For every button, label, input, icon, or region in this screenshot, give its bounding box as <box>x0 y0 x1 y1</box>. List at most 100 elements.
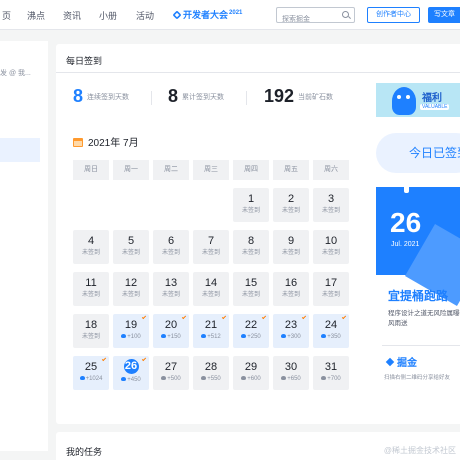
calendar-day[interactable]: 3 未签到 <box>313 188 349 222</box>
calendar-day[interactable]: 8 未签到 <box>233 230 269 264</box>
day-status-text: 未签到 <box>321 250 340 256</box>
calendar-day[interactable]: 23 +300 <box>273 314 309 348</box>
weekday-label: 周日 <box>73 160 109 180</box>
calendar-day[interactable]: 12 未签到 <box>113 272 149 306</box>
ore-icon <box>161 334 167 338</box>
day-status-text: +500 <box>167 376 181 382</box>
calendar-day[interactable]: 25 +1024 <box>73 356 109 390</box>
day-number: 19 <box>124 319 138 331</box>
conference-logo-icon <box>172 10 182 20</box>
day-number: 31 <box>324 361 338 373</box>
stat-label: 累计签到天数 <box>182 93 225 101</box>
day-status: 未签到 <box>153 291 189 299</box>
day-number: 24 <box>324 319 338 331</box>
stat-label: 当前矿石数 <box>298 93 334 101</box>
day-number: 22 <box>244 319 258 331</box>
check-icon <box>141 356 147 362</box>
day-number: 18 <box>84 319 98 331</box>
calendar-day[interactable]: 10 未签到 <box>313 230 349 264</box>
calendar-day[interactable]: 6 未签到 <box>153 230 189 264</box>
search-box <box>276 7 355 27</box>
day-number: 17 <box>324 277 338 289</box>
calendar-day[interactable]: 9 未签到 <box>273 230 309 264</box>
calendar-day[interactable]: 28 +550 <box>193 356 229 390</box>
developer-conference-link[interactable]: 开发者大会2021 <box>172 8 242 21</box>
signed-in-button[interactable]: 今日已签到 <box>376 133 460 173</box>
calendar-day[interactable]: 18 未签到 <box>73 314 109 348</box>
ore-icon <box>121 377 127 381</box>
day-status-text: 未签到 <box>161 250 180 256</box>
weekday-label: 周二 <box>153 160 189 180</box>
calendar-day[interactable]: 22 +250 <box>233 314 269 348</box>
ore-icon <box>321 334 327 338</box>
notification-snippet[interactable]: 发 @ 我... <box>0 68 31 78</box>
calendar-day[interactable]: 27 +500 <box>153 356 189 390</box>
calendar-day[interactable]: 15 未签到 <box>233 272 269 306</box>
day-status-text: +300 <box>287 334 301 340</box>
day-status-text: 未签到 <box>281 250 300 256</box>
day-status-text: +150 <box>167 334 181 340</box>
day-number: 26 <box>123 359 139 374</box>
day-status: 未签到 <box>313 207 349 215</box>
calendar-day[interactable]: 5 未签到 <box>113 230 149 264</box>
calendar-day[interactable]: 17 未签到 <box>313 272 349 306</box>
calendar-day[interactable]: 7 未签到 <box>193 230 229 264</box>
day-status-text: 未签到 <box>321 208 340 214</box>
sidebar-active-item[interactable] <box>0 138 40 162</box>
day-status-text: 未签到 <box>241 292 260 298</box>
stat-total-days: 8 累计签到天数 <box>168 86 224 107</box>
day-number: 7 <box>207 235 215 247</box>
search-icon[interactable] <box>342 11 349 18</box>
calendar-day[interactable]: 31 +700 <box>313 356 349 390</box>
day-status: 未签到 <box>193 249 229 257</box>
calendar-day[interactable]: 13 未签到 <box>153 272 189 306</box>
day-number: 8 <box>247 235 255 247</box>
day-status: +100 <box>113 333 149 341</box>
calendar-day[interactable]: 1 未签到 <box>233 188 269 222</box>
nav-item-pins[interactable]: 沸点 <box>27 9 45 22</box>
nav-item-home[interactable]: 页 <box>2 9 11 22</box>
day-status-text: 未签到 <box>321 292 340 298</box>
day-status: +650 <box>273 375 309 383</box>
poster-fortune-tag: 宜提桶跑路 <box>388 289 449 303</box>
day-status: 未签到 <box>233 291 269 299</box>
day-number: 6 <box>167 235 175 247</box>
day-status-text: +350 <box>327 334 341 340</box>
day-status-text: +600 <box>247 376 261 382</box>
calendar-day[interactable]: 14 未签到 <box>193 272 229 306</box>
write-article-button[interactable]: 写文章 <box>428 7 460 23</box>
calendar-day[interactable]: 11 未签到 <box>73 272 109 306</box>
welfare-banner[interactable]: 福利 VALUABLE <box>376 83 460 117</box>
day-number: 5 <box>127 235 135 247</box>
ore-icon <box>79 376 85 380</box>
day-status: 未签到 <box>73 291 109 299</box>
nav-item-events[interactable]: 活动 <box>136 9 154 22</box>
calendar-day[interactable]: 19 +100 <box>113 314 149 348</box>
day-number: 14 <box>204 277 218 289</box>
calendar-day[interactable]: 4 未签到 <box>73 230 109 264</box>
weekday-label: 周一 <box>113 160 149 180</box>
day-status-text: 未签到 <box>201 292 220 298</box>
card-title: 每日签到 <box>66 56 103 66</box>
ore-icon <box>241 376 247 380</box>
nav-item-news[interactable]: 资讯 <box>63 9 81 22</box>
calendar-day[interactable]: 24 +350 <box>313 314 349 348</box>
day-status: +1024 <box>73 375 109 383</box>
calendar-day[interactable]: 16 未签到 <box>273 272 309 306</box>
day-number: 4 <box>87 235 95 247</box>
creator-center-button[interactable]: 创作者中心 <box>367 7 420 23</box>
day-status-text: 未签到 <box>121 292 140 298</box>
calendar-day[interactable]: 2 未签到 <box>273 188 309 222</box>
calendar-day[interactable]: 26 +450 <box>113 356 149 390</box>
calendar-day[interactable]: 21 +512 <box>193 314 229 348</box>
calendar-day[interactable]: 20 +150 <box>153 314 189 348</box>
day-status-text: +1024 <box>85 376 103 382</box>
calendar-day[interactable]: 30 +650 <box>273 356 309 390</box>
nav-item-books[interactable]: 小册 <box>99 9 117 22</box>
day-number: 12 <box>124 277 138 289</box>
calendar-day[interactable]: 29 +600 <box>233 356 269 390</box>
day-number: 9 <box>287 235 295 247</box>
day-number: 30 <box>284 361 298 373</box>
search-input[interactable] <box>282 12 342 27</box>
juejin-logo: 掘金 <box>385 354 417 369</box>
